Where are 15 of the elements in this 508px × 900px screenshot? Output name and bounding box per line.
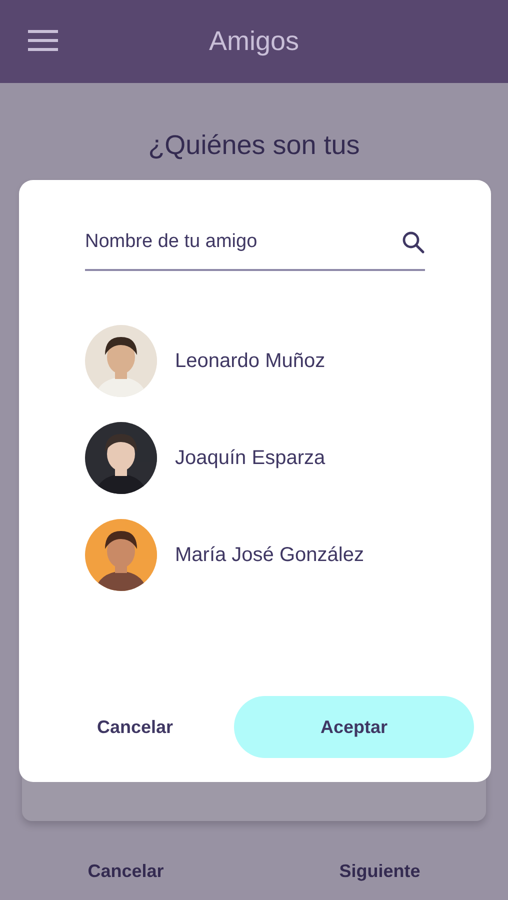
friend-name: Joaquín Esparza xyxy=(175,446,326,471)
screen-title: Amigos xyxy=(208,25,300,58)
next-button[interactable]: Siguiente xyxy=(333,857,426,886)
friend-item[interactable]: Joaquín Esparza xyxy=(85,410,425,506)
friend-item[interactable]: María José González xyxy=(85,506,425,604)
cancel-button[interactable]: Cancelar xyxy=(82,857,170,886)
friend-name: María José González xyxy=(175,543,364,568)
accept-button[interactable]: Aceptar xyxy=(234,696,474,758)
question-text: ¿Quiénes son tus xyxy=(147,129,361,162)
search-field[interactable]: Nombre de tu amigo xyxy=(85,228,401,256)
friend-item[interactable]: Leonardo Muñoz xyxy=(85,312,425,410)
search-icon[interactable] xyxy=(401,230,425,254)
cancel-button[interactable]: Cancelar xyxy=(79,704,192,750)
friend-name: Leonardo Muñoz xyxy=(175,349,326,374)
menu-icon[interactable] xyxy=(28,30,58,52)
